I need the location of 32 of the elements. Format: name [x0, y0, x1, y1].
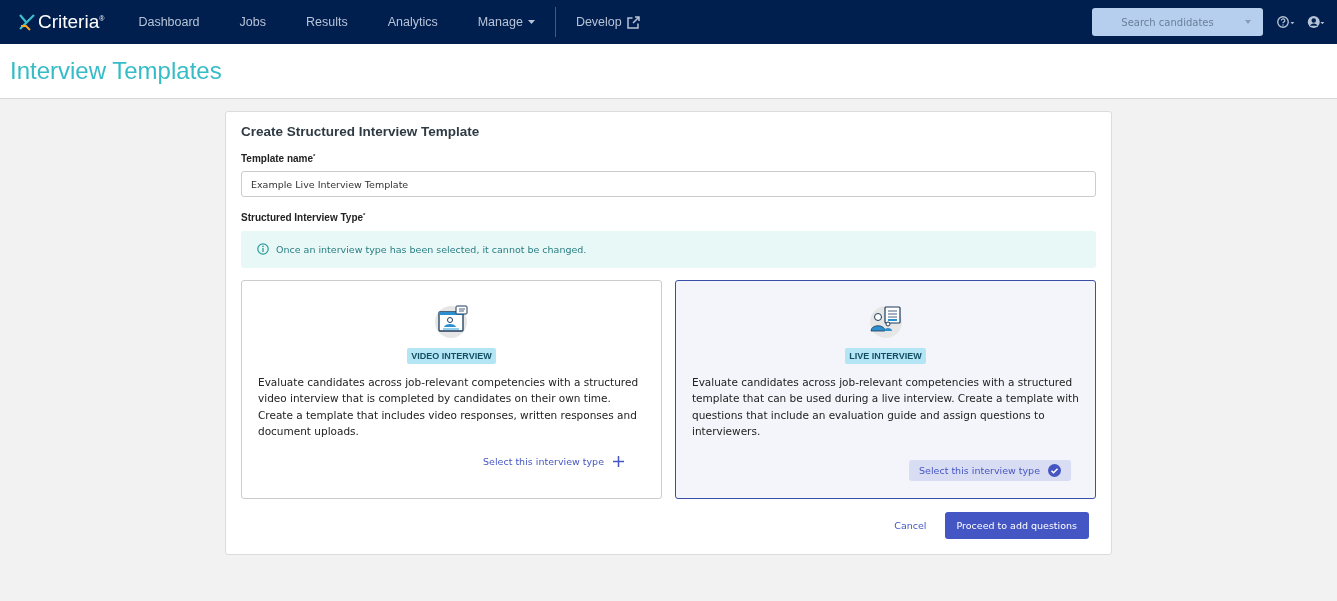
caret-icon — [527, 20, 535, 24]
nav-link[interactable]: Analytics — [367, 15, 458, 29]
notice-text: Once an interview type has been selected, it cannot be changed. — [276, 243, 587, 255]
interview-type-card[interactable] — [675, 279, 1096, 499]
external-link-icon — [626, 15, 640, 29]
caret-icon — [1243, 19, 1253, 25]
proceed-button[interactable]: Proceed to add questions — [944, 511, 1089, 539]
select-type-button[interactable]: Select this interview type — [473, 450, 635, 472]
video-chat-icon — [433, 302, 470, 339]
interview-type-tag: LIVE INTERVIEW — [845, 347, 926, 364]
info-icon — [257, 243, 269, 256]
plus-icon — [612, 454, 625, 468]
user-icon[interactable] — [1307, 13, 1325, 31]
card-description: Evaluate candidates across job-relevant competencies with a structured video interview that is completed by candidates on their own time. Create a template that includes video responses, written responses and document uploads. — [258, 374, 640, 440]
page-title: Interview Templates — [10, 57, 222, 85]
brand-logo[interactable]: Criteria$^{®}$ — [18, 11, 105, 33]
field-label: Template name$^{*}$ — [241, 153, 317, 165]
nav-link[interactable]: Jobs — [219, 15, 286, 29]
help-icon[interactable] — [1277, 13, 1295, 31]
cancel-button[interactable]: Cancel — [888, 518, 933, 532]
template-name-field[interactable]: Example Live Interview Template — [241, 171, 1096, 198]
form-title: Create Structured Interview Template — [241, 124, 481, 139]
nav-link[interactable]: Results — [285, 15, 368, 29]
nav-link[interactable]: Develop — [555, 15, 660, 29]
select-type-button[interactable]: Select this interview type — [909, 459, 1071, 481]
interview-type-tag: VIDEO INTERVIEW — [407, 347, 496, 364]
card-description: Evaluate candidates across job-relevant competencies with a structured template that can be used during a live interview. Create a template with questions that include an evaluation guide and assign questions to interviewers. — [692, 374, 1079, 440]
search-field[interactable]: Search candidates — [1092, 8, 1263, 36]
field-label: Structured Interview Type$^{*}$ — [241, 212, 367, 224]
nav-link[interactable]: Dashboard — [118, 15, 220, 29]
check-circle-icon — [1048, 463, 1061, 477]
nav-link[interactable]: Manage — [457, 15, 555, 29]
